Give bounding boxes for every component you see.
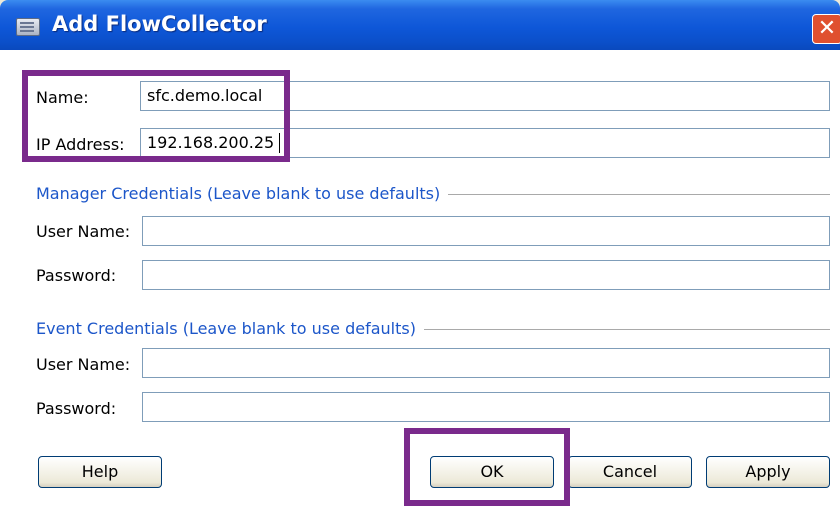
help-button[interactable]: Help: [38, 456, 162, 488]
ip-address-label: IP Address:: [36, 135, 125, 154]
window-icon: [16, 18, 40, 36]
close-button[interactable]: ✕: [812, 14, 840, 44]
event-user-name-label: User Name:: [36, 355, 131, 374]
manager-user-name-label: User Name:: [36, 222, 131, 241]
manager-password-field[interactable]: [142, 260, 830, 290]
event-credentials-title: Event Credentials (Leave blank to use de…: [36, 319, 424, 338]
cancel-button[interactable]: Cancel: [568, 456, 692, 488]
title-bar[interactable]: Add FlowCollector ✕: [0, 0, 840, 50]
event-password-label: Password:: [36, 399, 117, 418]
ip-address-field[interactable]: 192.168.200.25: [140, 128, 830, 158]
name-label: Name:: [36, 88, 89, 107]
text-caret: [279, 133, 280, 153]
manager-credentials-title: Manager Credentials (Leave blank to use …: [36, 184, 449, 203]
event-password-field[interactable]: [142, 392, 830, 422]
dialog-body: Name: sfc.demo.local IP Address: 192.168…: [0, 50, 840, 506]
name-field[interactable]: sfc.demo.local: [140, 81, 830, 111]
manager-user-name-field[interactable]: [142, 216, 830, 246]
manager-password-label: Password:: [36, 266, 117, 285]
ok-button[interactable]: OK: [430, 456, 554, 488]
event-user-name-field[interactable]: [142, 348, 830, 378]
add-flowcollector-dialog: Add FlowCollector ✕ Name: sfc.demo.local…: [0, 0, 840, 506]
ip-address-value: 192.168.200.25: [147, 133, 275, 152]
window-title: Add FlowCollector: [52, 12, 267, 36]
apply-button[interactable]: Apply: [706, 456, 830, 488]
